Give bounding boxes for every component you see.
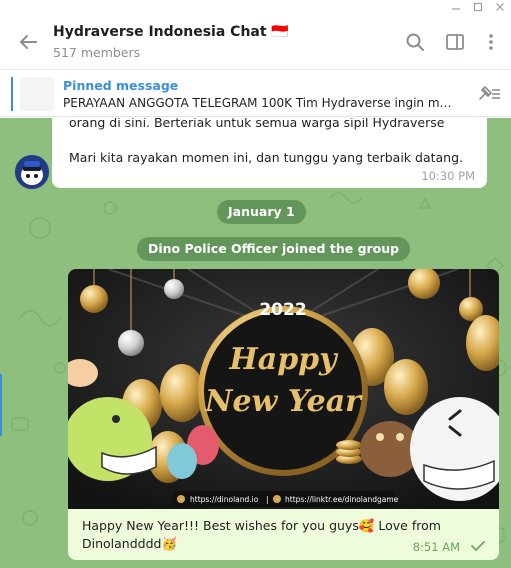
search-icon — [406, 33, 424, 51]
close-icon[interactable] — [490, 0, 510, 14]
back-button[interactable] — [14, 28, 42, 56]
maximize-icon[interactable] — [468, 0, 488, 14]
pinned-message-bar[interactable]: Pinned message PERAYAAN ANGGOTA TELEGRAM… — [0, 71, 511, 117]
message-time: 8:51 AM — [412, 540, 460, 554]
chat-header: Hydraverse Indonesia Chat 🇮🇩 517 members — [0, 14, 511, 70]
pinned-list-button[interactable] — [474, 82, 504, 106]
window-edge-accent — [0, 374, 2, 436]
check-icon — [471, 541, 485, 551]
window-titlebar — [0, 0, 511, 14]
member-count[interactable]: 517 members — [53, 45, 140, 60]
image-happy-text: Happy — [228, 342, 339, 377]
minimize-icon[interactable] — [446, 0, 466, 14]
pinned-text: PERAYAAN ANGGOTA TELEGRAM 100K Tim Hydra… — [63, 96, 456, 110]
pinned-label: Pinned message — [63, 78, 179, 93]
image-year-text: 2022 — [259, 300, 306, 320]
avatar[interactable] — [15, 155, 49, 189]
image-link-separator: | — [266, 495, 269, 504]
sidebar-toggle-button[interactable] — [442, 29, 468, 55]
new-year-image[interactable]: 2022 Happy New Year https://dinoland.io — [68, 269, 499, 509]
image-newyear-text: New Year — [204, 384, 363, 419]
sidebar-toggle-icon — [446, 34, 464, 50]
pinned-indicator — [11, 77, 13, 111]
more-button[interactable] — [478, 29, 504, 55]
chat-history[interactable]: orang di sini. Berteriak untuk semua war… — [0, 118, 511, 568]
date-divider: January 1 — [217, 200, 306, 224]
pinned-thumbnail — [20, 77, 54, 111]
message-text: orang di sini. Berteriak untuk semua war… — [69, 118, 445, 130]
message-bubble[interactable]: orang di sini. Berteriak untuk semua war… — [52, 118, 487, 188]
message-text: Mari kita rayakan momen ini, dan tunggu … — [69, 150, 463, 165]
media-message[interactable]: 2022 Happy New Year https://dinoland.io — [68, 269, 499, 560]
join-notice: Dino Police Officer joined the group — [137, 237, 411, 261]
chat-title[interactable]: Hydraverse Indonesia Chat 🇮🇩 — [53, 24, 289, 40]
image-link-2: https://linktr.ee/dinolandgame — [285, 495, 399, 504]
image-link-1: https://dinoland.io — [190, 495, 259, 504]
message-time: 10:30 PM — [421, 169, 475, 183]
search-button[interactable] — [402, 29, 428, 55]
arrow-left-icon — [20, 35, 37, 49]
pin-list-icon — [479, 86, 500, 100]
more-vertical-icon — [489, 34, 493, 50]
